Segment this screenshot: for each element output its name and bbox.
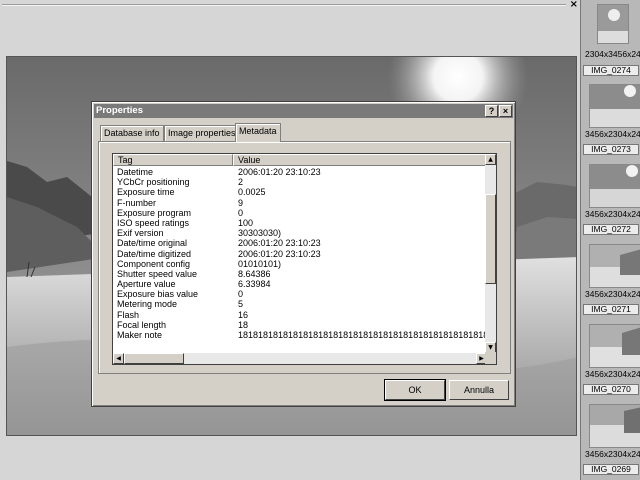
row-value: 18 <box>238 319 249 330</box>
thumbnail-name: IMG_0274 <box>583 65 639 76</box>
row-value: 2006:01:20 23:10:23 <box>238 167 321 177</box>
row-value: 16 <box>238 309 249 320</box>
row-value: 1818181818181818181818181818181818181818… <box>238 330 486 340</box>
top-divider <box>2 4 566 6</box>
table-row[interactable]: Exif version 30303030) <box>113 228 486 238</box>
row-tag: Component config <box>117 258 191 269</box>
row-value: 100 <box>238 217 254 228</box>
row-value: 0.0025 <box>238 187 266 198</box>
thumbnail-dimensions: 2304x3456x24 <box>585 49 640 59</box>
row-tag: Shutter speed value <box>117 268 198 279</box>
row-tag: Exif version <box>117 228 164 239</box>
horizontal-scroll-thumb[interactable] <box>124 353 184 364</box>
table-row[interactable]: YCbCr positioning 2 <box>113 177 486 187</box>
row-value: 0 <box>238 207 244 218</box>
dialog-title: Properties <box>96 105 143 116</box>
vertical-scroll-thumb[interactable] <box>485 194 496 284</box>
table-row[interactable]: Component config 01010101) <box>113 259 486 269</box>
table-row[interactable]: Exposure time 0.0025 <box>113 187 486 197</box>
table-row[interactable]: F-number 9 <box>113 198 486 208</box>
table-row[interactable]: Exposure program 0 <box>113 208 486 218</box>
row-tag: Datetime <box>117 167 154 177</box>
row-value: 6.33984 <box>238 279 271 290</box>
metadata-table[interactable]: Tag Value Datetime 2006:01:20 23:10:23 YCb… <box>112 153 497 365</box>
properties-dialog: Properties ? × Database info Image prope… <box>91 101 516 407</box>
scroll-left-icon[interactable]: ◀ <box>113 353 124 364</box>
horizontal-scrollbar[interactable]: ◀ ▶ <box>113 353 487 364</box>
row-value: 2 <box>238 177 244 188</box>
help-button[interactable]: ? <box>485 105 498 117</box>
table-row[interactable]: Aperture value 6.33984 <box>113 279 486 289</box>
column-header-value[interactable]: Value <box>233 154 487 166</box>
thumbnail-image[interactable] <box>589 244 640 288</box>
top-bar: × <box>0 0 582 12</box>
thumbnail-image[interactable] <box>589 84 640 128</box>
ok-button[interactable]: OK <box>384 379 446 401</box>
thumbnail-name: IMG_0269 <box>583 464 639 475</box>
row-value: 01010101) <box>238 258 282 269</box>
tab-metadata[interactable]: Metadata <box>235 123 281 142</box>
table-row[interactable]: Date/time digitized 2006:01:20 23:10:23 <box>113 249 486 259</box>
dialog-close-button[interactable]: × <box>499 105 512 117</box>
row-value: 8.64386 <box>238 268 271 279</box>
row-tag: YCbCr positioning <box>117 177 190 188</box>
table-row[interactable]: Date/time original 2006:01:20 23:10:23 <box>113 238 486 248</box>
table-row[interactable]: Datetime 2006:01:20 23:10:23 <box>113 167 486 177</box>
tab-database-info[interactable]: Database info <box>100 125 164 141</box>
thumbnail-image[interactable] <box>597 4 629 44</box>
thumbnail-image[interactable] <box>589 404 640 448</box>
table-row[interactable]: Maker note 181818181818181818181818181818… <box>113 330 486 340</box>
thumbnail-image[interactable] <box>589 324 640 368</box>
row-tag: ISO speed ratings <box>117 217 190 228</box>
table-row[interactable]: Metering mode 5 <box>113 299 486 309</box>
thumbnail-strip[interactable]: 2304x3456x24 IMG_0274 3456x2304x24 IMG_0… <box>580 0 640 480</box>
row-value: 0 <box>238 289 244 300</box>
row-tag: Flash <box>117 309 140 320</box>
row-tag: F-number <box>117 197 157 208</box>
row-value: 30303030) <box>238 228 282 239</box>
row-value: 9 <box>238 197 244 208</box>
table-row[interactable]: Flash 16 <box>113 310 486 320</box>
thumbnail-dimensions: 3456x2304x24 <box>585 449 640 459</box>
row-tag: Aperture value <box>117 279 176 290</box>
table-row[interactable]: Exposure bias value 0 <box>113 289 486 299</box>
thumbnail-dimensions: 3456x2304x24 <box>585 289 640 299</box>
cancel-button[interactable]: Annulla <box>449 380 509 400</box>
thumbnail-name: IMG_0272 <box>583 224 639 235</box>
thumbnail-dimensions: 3456x2304x24 <box>585 209 640 219</box>
thumbnail-name: IMG_0270 <box>583 384 639 395</box>
scrollbar-corner <box>485 352 496 364</box>
row-tag: Exposure time <box>117 187 175 198</box>
table-row[interactable]: ISO speed ratings 100 <box>113 218 486 228</box>
thumbnail-name: IMG_0273 <box>583 144 639 155</box>
row-tag: Exposure bias value <box>117 289 199 300</box>
row-tag: Maker note <box>117 330 163 340</box>
scroll-up-icon[interactable]: ▲ <box>485 154 496 165</box>
row-tag: Metering mode <box>117 299 178 310</box>
thumbnail-name: IMG_0271 <box>583 304 639 315</box>
row-value: 5 <box>238 299 244 310</box>
column-header-tag[interactable]: Tag <box>113 154 233 166</box>
row-tag: Exposure program <box>117 207 192 218</box>
row-tag: Date/time original <box>117 238 188 249</box>
thumbnail-image[interactable] <box>589 164 640 208</box>
row-value: 2006:01:20 23:10:23 <box>238 248 321 259</box>
table-row[interactable]: Focal length 18 <box>113 320 486 330</box>
dialog-titlebar[interactable]: Properties ? × <box>94 104 513 118</box>
thumbnail-dimensions: 3456x2304x24 <box>585 129 640 139</box>
metadata-rows: Datetime 2006:01:20 23:10:23 YCbCr positio… <box>113 167 486 340</box>
row-value: 2006:01:20 23:10:23 <box>238 238 321 249</box>
row-tag: Focal length <box>117 319 167 330</box>
table-row[interactable]: Shutter speed value 8.64386 <box>113 269 486 279</box>
vertical-scrollbar[interactable]: ▲ ▼ <box>485 154 496 353</box>
tab-image-properties[interactable]: Image properties <box>164 125 240 141</box>
row-tag: Date/time digitized <box>117 248 192 259</box>
window-close-icon[interactable]: × <box>570 0 578 11</box>
thumbnail-dimensions: 3456x2304x24 <box>585 369 640 379</box>
